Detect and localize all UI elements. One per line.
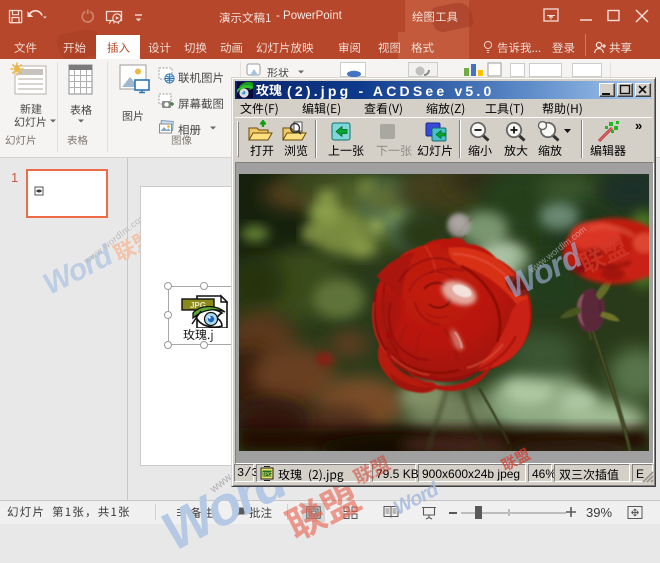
svg-text:JPG: JPG xyxy=(262,472,273,478)
